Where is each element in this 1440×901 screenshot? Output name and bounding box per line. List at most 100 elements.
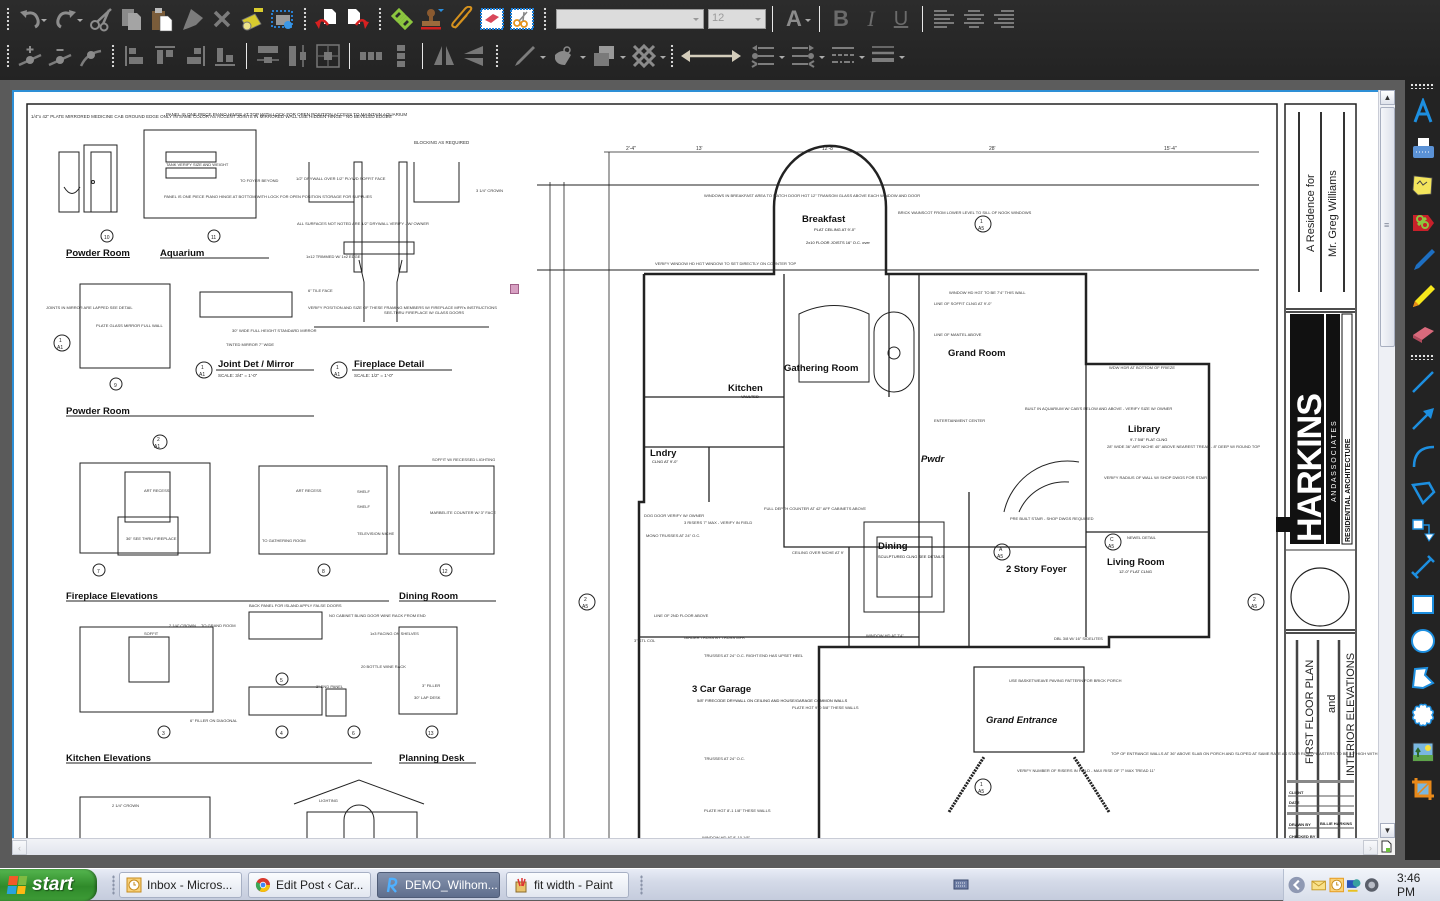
- line-color-button[interactable]: [504, 40, 546, 72]
- vertical-scrollbar[interactable]: ▲ ▼: [1378, 90, 1395, 838]
- toolbar-grip[interactable]: [6, 7, 10, 31]
- toolbar-grip[interactable]: [670, 44, 674, 68]
- text-tool[interactable]: [1405, 92, 1440, 129]
- cut-selection-button[interactable]: [507, 3, 537, 35]
- keyboard-language-icon[interactable]: [953, 877, 969, 891]
- volume-icon[interactable]: [1364, 877, 1379, 893]
- redo-button[interactable]: [51, 3, 83, 35]
- taskbar-item-outlook[interactable]: Inbox - Micros...: [119, 872, 242, 898]
- font-size-select[interactable]: 12: [708, 9, 766, 29]
- fill-color-button[interactable]: [544, 40, 586, 72]
- rectangle-tool[interactable]: [1405, 585, 1440, 622]
- taskbar-grip[interactable]: [640, 875, 643, 895]
- snapshot-button[interactable]: [237, 3, 267, 35]
- polyline-tool[interactable]: [1405, 474, 1440, 511]
- line-width-button[interactable]: [679, 40, 743, 72]
- line-start-button[interactable]: [743, 40, 785, 72]
- align-right-objects-button[interactable]: [180, 40, 210, 72]
- rotate-right-button[interactable]: [342, 3, 372, 35]
- polygon-tool[interactable]: [1405, 659, 1440, 696]
- eraser-tool[interactable]: [1405, 314, 1440, 351]
- align-left-objects-button[interactable]: [120, 40, 150, 72]
- align-center-button[interactable]: [959, 3, 989, 35]
- scroll-down-button[interactable]: ▼: [1380, 823, 1395, 838]
- scroll-up-button[interactable]: ▲: [1380, 90, 1395, 105]
- toolbox-grip[interactable]: [1410, 354, 1435, 360]
- ellipse-tool[interactable]: [1405, 622, 1440, 659]
- toolbar-grip[interactable]: [495, 44, 499, 68]
- hyperlink-tool[interactable]: [1405, 203, 1440, 240]
- line-style-button[interactable]: [823, 40, 865, 72]
- align-left-button[interactable]: [929, 3, 959, 35]
- capture-button[interactable]: [267, 3, 297, 35]
- cut-button[interactable]: [87, 3, 117, 35]
- start-button[interactable]: start: [0, 869, 97, 901]
- flip-vertical-button[interactable]: [459, 40, 489, 72]
- hatch-button[interactable]: [624, 40, 666, 72]
- delete-button[interactable]: [207, 3, 237, 35]
- line-weight-button[interactable]: [863, 40, 905, 72]
- system-clock[interactable]: 3:46 PM: [1397, 871, 1440, 899]
- line-tool[interactable]: [1405, 363, 1440, 400]
- crop-tool[interactable]: [1405, 770, 1440, 807]
- align-top-objects-button[interactable]: [150, 40, 180, 72]
- center-horizontal-button[interactable]: [253, 40, 283, 72]
- left-panel-collapsed[interactable]: [0, 80, 10, 860]
- show-hidden-icon[interactable]: [1288, 876, 1305, 894]
- center-vertical-button[interactable]: [283, 40, 313, 72]
- scroll-left-button[interactable]: ‹: [12, 840, 27, 855]
- distribute-vertical-button[interactable]: [386, 40, 416, 72]
- paste-button[interactable]: [147, 3, 177, 35]
- toolbar-grip[interactable]: [6, 44, 10, 68]
- add-vertex-button[interactable]: [15, 40, 45, 72]
- font-color-button[interactable]: A: [779, 3, 811, 35]
- note-tool[interactable]: [1405, 166, 1440, 203]
- comment-note-icon[interactable]: [510, 284, 519, 294]
- toolbar-grip[interactable]: [303, 7, 307, 31]
- network-icon[interactable]: [1346, 877, 1361, 893]
- copy-button[interactable]: [117, 3, 147, 35]
- attach-file-button[interactable]: [447, 3, 477, 35]
- outlook-reminder-icon[interactable]: [1329, 877, 1344, 893]
- scroll-right-button[interactable]: ›: [1363, 840, 1378, 855]
- erase-selection-button[interactable]: [477, 3, 507, 35]
- cloud-tool[interactable]: [1405, 696, 1440, 733]
- page-view-button[interactable]: [1378, 838, 1395, 855]
- line-end-button[interactable]: [783, 40, 825, 72]
- remove-vertex-button[interactable]: [45, 40, 75, 72]
- horizontal-scrollbar[interactable]: ‹ ›: [12, 838, 1378, 855]
- toolbar-grip[interactable]: [111, 44, 115, 68]
- arc-tool[interactable]: [1405, 437, 1440, 474]
- underline-button[interactable]: U: [886, 3, 916, 35]
- taskbar-item-revu[interactable]: DEMO_Wilhom...: [377, 872, 500, 898]
- center-page-button[interactable]: [313, 40, 343, 72]
- toolbar-grip[interactable]: [378, 7, 382, 31]
- italic-button[interactable]: I: [856, 3, 886, 35]
- mail-icon[interactable]: [1311, 877, 1327, 893]
- taskbar-item-paint[interactable]: fit width - Paint: [506, 872, 629, 898]
- pen-tool[interactable]: [1405, 240, 1440, 277]
- callout-tool[interactable]: [1405, 511, 1440, 548]
- taskbar-grip[interactable]: [112, 875, 115, 895]
- arrow-tool[interactable]: [1405, 400, 1440, 437]
- font-name-select[interactable]: [556, 9, 704, 29]
- pdf-page-canvas[interactable]: A Residence for Mr. Greg Williams HARKIN…: [12, 90, 1378, 838]
- rotate-left-button[interactable]: [312, 3, 342, 35]
- edit-vertex-button[interactable]: [75, 40, 105, 72]
- link-button[interactable]: [387, 3, 417, 35]
- stamp-button[interactable]: [417, 3, 447, 35]
- opacity-button[interactable]: [584, 40, 626, 72]
- typewriter-tool[interactable]: [1405, 129, 1440, 166]
- bold-button[interactable]: B: [826, 3, 856, 35]
- align-right-button[interactable]: [989, 3, 1019, 35]
- align-bottom-objects-button[interactable]: [210, 40, 240, 72]
- undo-button[interactable]: [15, 3, 47, 35]
- flip-horizontal-button[interactable]: [429, 40, 459, 72]
- image-tool[interactable]: [1405, 733, 1440, 770]
- format-painter-button[interactable]: [177, 3, 207, 35]
- taskbar-item-chrome[interactable]: Edit Post ‹ Car...: [248, 872, 371, 898]
- vertical-scroll-thumb[interactable]: [1380, 107, 1395, 347]
- highlighter-tool[interactable]: [1405, 277, 1440, 314]
- toolbox-grip[interactable]: [1410, 83, 1435, 89]
- toolbar-grip[interactable]: [543, 7, 547, 31]
